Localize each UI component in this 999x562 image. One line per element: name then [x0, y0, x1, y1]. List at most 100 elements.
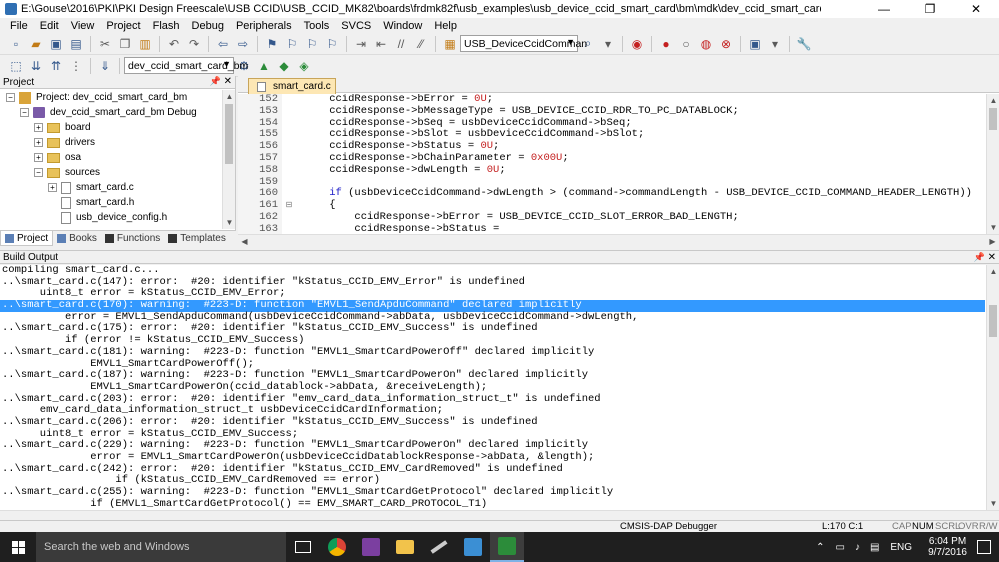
- fold-icon[interactable]: [282, 141, 296, 153]
- menu-project[interactable]: Project: [100, 20, 146, 32]
- taskbar-keil[interactable]: [490, 532, 524, 562]
- scroll-up-icon[interactable]: ▲: [987, 94, 999, 107]
- scroll-left-icon[interactable]: ◀: [238, 235, 251, 248]
- scroll-down-icon[interactable]: ▼: [987, 497, 999, 510]
- fold-icon[interactable]: [282, 106, 296, 118]
- scroll-thumb[interactable]: [989, 305, 997, 337]
- action-center-icon[interactable]: [977, 540, 991, 554]
- tree-item-project[interactable]: − Project: dev_ccid_smart_card_bm: [0, 90, 222, 105]
- expand-icon[interactable]: +: [48, 183, 57, 192]
- file-extensions-icon[interactable]: ▲: [256, 58, 272, 74]
- code-line[interactable]: 160 if (usbDeviceCcidCommand->dwLength >…: [238, 187, 986, 201]
- unindent-icon[interactable]: ⇤: [373, 36, 389, 52]
- manage-rte-icon[interactable]: ◆: [276, 58, 292, 74]
- open-file-icon[interactable]: ▰: [28, 36, 44, 52]
- menu-help[interactable]: Help: [428, 20, 463, 32]
- fold-icon[interactable]: [282, 129, 296, 141]
- find-in-files-icon[interactable]: ▦: [442, 36, 458, 52]
- clear-breakpoints-icon[interactable]: ◍: [698, 36, 714, 52]
- menu-debug[interactable]: Debug: [186, 20, 230, 32]
- configure-icon[interactable]: 🔧: [796, 36, 812, 52]
- fold-icon[interactable]: ⊟: [282, 200, 296, 212]
- editor-vscrollbar[interactable]: ▲ ▼: [986, 94, 999, 234]
- taskbar-app-monitor[interactable]: [456, 532, 490, 562]
- network-icon[interactable]: ▭: [835, 542, 844, 553]
- incremental-find-icon[interactable]: ▾: [600, 36, 616, 52]
- build-hscrollbar[interactable]: [0, 510, 999, 520]
- build-output-line[interactable]: ..\smart_card.c(181): warning: #223-D: f…: [0, 346, 985, 359]
- pack-installer-icon[interactable]: ◈: [296, 58, 312, 74]
- comment-icon[interactable]: //: [393, 36, 409, 52]
- tree-item-smart-card-c[interactable]: + smart_card.c: [0, 180, 222, 195]
- build-output-line[interactable]: error = EMVL1_SmartCardPowerOn(usbDevice…: [0, 451, 985, 464]
- close-icon[interactable]: ✕: [988, 252, 996, 263]
- taskbar-explorer[interactable]: [388, 532, 422, 562]
- scroll-down-icon[interactable]: ▼: [223, 216, 236, 229]
- scroll-up-icon[interactable]: ▲: [987, 265, 999, 278]
- fold-icon[interactable]: [282, 118, 296, 130]
- bookmark-icon[interactable]: ⚑: [264, 36, 280, 52]
- breakpoint-icon[interactable]: ●: [658, 36, 674, 52]
- debug-session-icon[interactable]: ◉: [629, 36, 645, 52]
- undo-icon[interactable]: ↶: [166, 36, 182, 52]
- fold-icon[interactable]: [282, 165, 296, 177]
- fold-icon[interactable]: [282, 224, 296, 234]
- taskbar-chrome[interactable]: [320, 532, 354, 562]
- build-output-line[interactable]: ..\smart_card.c(170): warning: #223-D: f…: [0, 299, 985, 312]
- task-view-button[interactable]: [286, 532, 320, 562]
- expand-icon[interactable]: +: [34, 153, 43, 162]
- menu-window[interactable]: Window: [377, 20, 428, 32]
- expand-icon[interactable]: +: [34, 123, 43, 132]
- download-icon[interactable]: ⇓: [97, 58, 113, 74]
- tab-functions[interactable]: Functions: [101, 231, 164, 246]
- window-layout-icon[interactable]: ▣: [747, 36, 763, 52]
- pin-icon[interactable]: 📌: [974, 252, 985, 263]
- collapse-icon[interactable]: −: [6, 93, 15, 102]
- project-scrollbar[interactable]: ▲ ▼: [222, 90, 235, 229]
- translate-icon[interactable]: ⬚: [8, 58, 24, 74]
- scroll-up-icon[interactable]: ▲: [223, 90, 236, 103]
- menu-edit[interactable]: Edit: [34, 20, 65, 32]
- tree-item-smart-card-h[interactable]: smart_card.h: [0, 195, 222, 210]
- menu-svcs[interactable]: SVCS: [335, 20, 377, 32]
- indent-icon[interactable]: ⇥: [353, 36, 369, 52]
- redo-icon[interactable]: ↷: [186, 36, 202, 52]
- build-output-line[interactable]: EMVL1_SmartCardPowerOn(ccid_datablock->a…: [0, 381, 985, 394]
- clock[interactable]: 6:04 PM 9/7/2016: [928, 536, 967, 558]
- target-combo[interactable]: dev_ccid_smart_card_bm ▼: [124, 57, 248, 74]
- cut-icon[interactable]: ✂: [97, 36, 113, 52]
- menu-flash[interactable]: Flash: [147, 20, 186, 32]
- volume-icon[interactable]: ♪: [855, 542, 860, 553]
- tree-item-usb-device-config[interactable]: usb_device_config.h: [0, 210, 222, 225]
- new-file-icon[interactable]: ▫: [8, 36, 24, 52]
- close-button[interactable]: ✕: [953, 0, 999, 18]
- rebuild-icon[interactable]: ⇈: [48, 58, 64, 74]
- build-output-line[interactable]: ..\smart_card.c(206): error: #20: identi…: [0, 416, 985, 429]
- collapse-icon[interactable]: −: [20, 108, 29, 117]
- function-combo[interactable]: USB_DeviceCcidComman ▼: [460, 35, 587, 52]
- editor-text-area[interactable]: 152 ccidResponse->bError = 0U; 153 ccidRe…: [238, 94, 986, 234]
- tree-item-sources[interactable]: − sources: [0, 165, 222, 180]
- uncomment-icon[interactable]: ⁄⁄: [413, 36, 429, 52]
- tab-smart-card-c[interactable]: smart_card.c: [248, 78, 336, 94]
- tab-templates[interactable]: Templates: [164, 231, 230, 246]
- show-hidden-icons[interactable]: ⌃: [816, 542, 824, 553]
- nav-back-icon[interactable]: ⇦: [215, 36, 231, 52]
- layout-dropdown-icon[interactable]: ▾: [767, 36, 783, 52]
- save-icon[interactable]: ▣: [48, 36, 64, 52]
- copy-icon[interactable]: ❐: [117, 36, 133, 52]
- start-button[interactable]: [0, 532, 36, 562]
- next-bookmark-icon[interactable]: ⚐: [304, 36, 320, 52]
- pin-icon[interactable]: 📌: [210, 76, 221, 87]
- close-icon[interactable]: ✕: [224, 76, 232, 87]
- build-output-line[interactable]: ..\smart_card.c(255): warning: #223-D: f…: [0, 486, 985, 499]
- taskbar-search[interactable]: Search the web and Windows: [36, 532, 286, 562]
- message-icon[interactable]: ▤: [870, 542, 879, 553]
- menu-tools[interactable]: Tools: [298, 20, 336, 32]
- build-output-line[interactable]: compiling smart_card.c...: [0, 265, 985, 277]
- save-all-icon[interactable]: ▤: [68, 36, 84, 52]
- menu-view[interactable]: View: [65, 20, 101, 32]
- menu-file[interactable]: File: [4, 20, 34, 32]
- tree-item-target[interactable]: − dev_ccid_smart_card_bm Debug: [0, 105, 222, 120]
- fold-icon[interactable]: [282, 153, 296, 165]
